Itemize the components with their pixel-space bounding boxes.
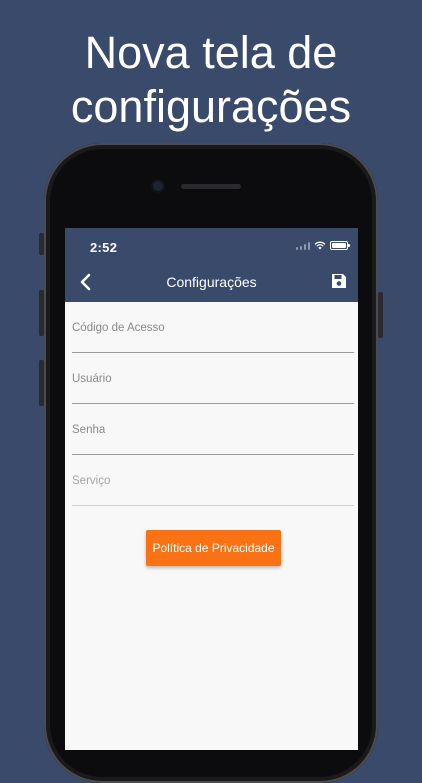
headline-line-1: Nova tela de — [84, 27, 338, 78]
front-camera — [153, 181, 163, 191]
floppy-disk-icon — [332, 274, 346, 288]
privacy-policy-button[interactable]: Política de Privacidade — [146, 530, 281, 566]
promo-headline: Nova tela de configurações — [0, 26, 422, 134]
access-code-field — [72, 302, 354, 353]
phone-mute-switch — [39, 233, 44, 255]
password-field — [72, 404, 354, 455]
username-field — [72, 353, 354, 404]
phone-volume-up-button — [39, 290, 44, 336]
settings-form — [72, 302, 354, 506]
app-bar: 2:52 Configurações — [65, 228, 358, 302]
page-title: Configurações — [166, 274, 257, 290]
status-time: 2:52 — [90, 240, 118, 255]
wifi-icon — [314, 241, 326, 250]
access-code-input[interactable] — [72, 322, 354, 334]
service-input[interactable] — [72, 475, 354, 487]
app-screen: 2:52 Configurações Código de Acesso Usuá… — [65, 228, 358, 750]
cellular-signal-icon — [296, 241, 310, 250]
battery-icon — [330, 241, 350, 250]
username-input[interactable] — [72, 373, 354, 385]
service-field — [72, 455, 354, 506]
phone-volume-down-button — [39, 360, 44, 406]
save-button[interactable] — [330, 272, 348, 290]
status-icons — [296, 241, 350, 250]
phone-power-button — [378, 292, 383, 338]
earpiece-speaker — [181, 184, 241, 189]
password-input[interactable] — [72, 424, 354, 436]
headline-line-2: configurações — [70, 81, 352, 132]
